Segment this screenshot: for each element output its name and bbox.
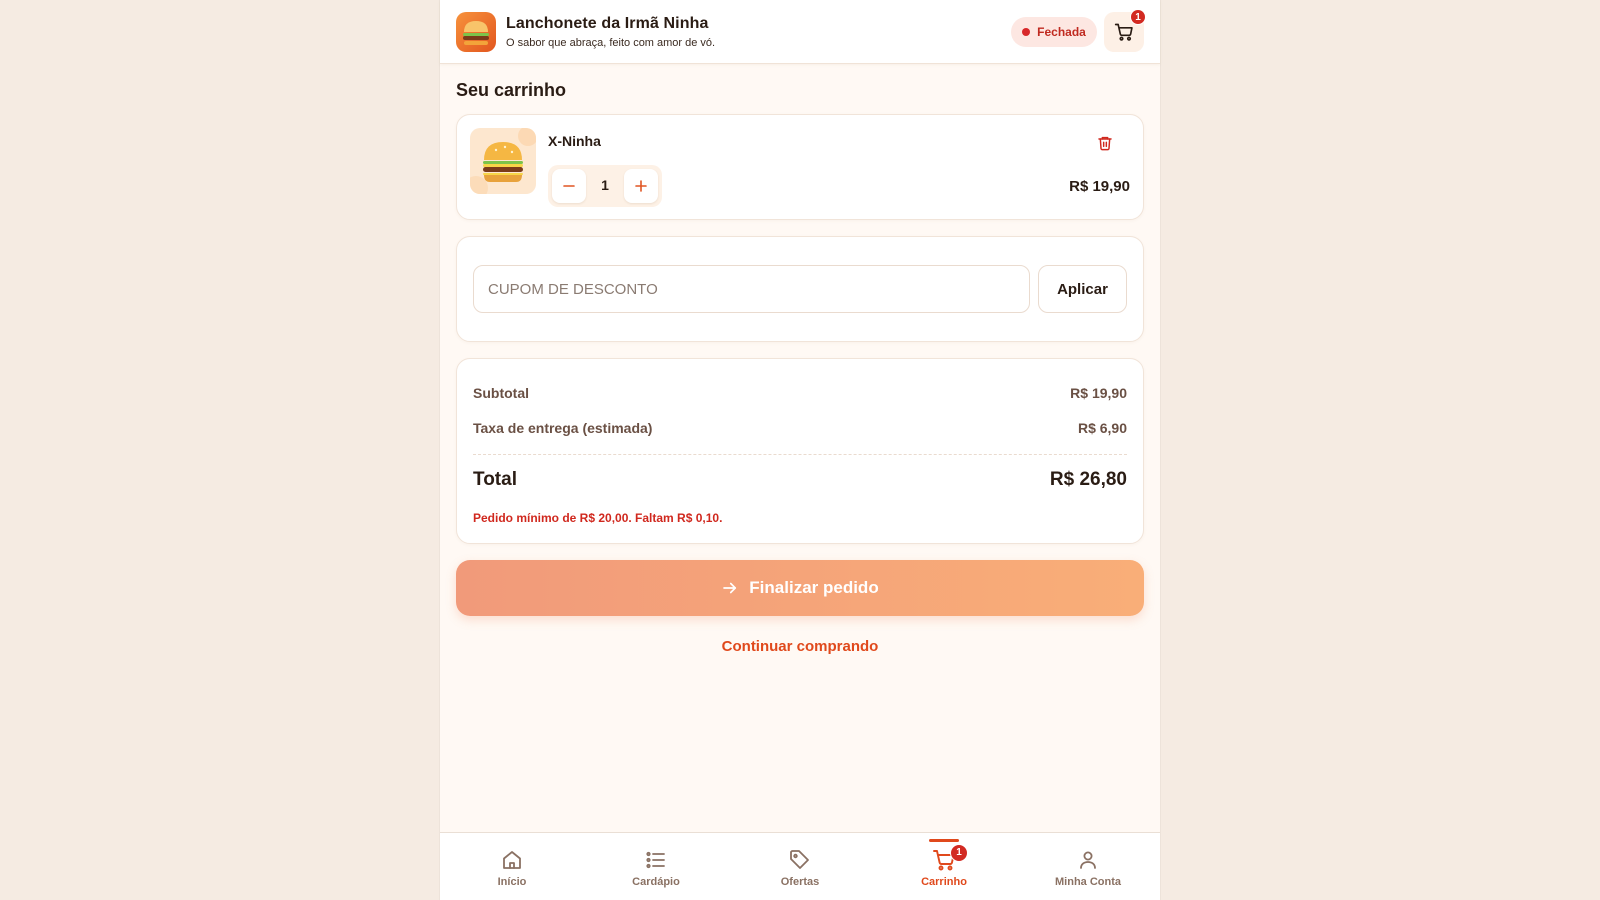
nav-item-offers[interactable]: Ofertas — [728, 833, 872, 900]
subtotal-row: Subtotal R$ 19,90 — [473, 385, 1127, 401]
nav-label-menu: Cardápio — [632, 876, 680, 888]
tag-icon — [790, 850, 809, 869]
nav-item-home[interactable]: Início — [440, 833, 584, 900]
nav-label-home: Início — [497, 876, 527, 888]
total-value: R$ 26,80 — [1049, 469, 1127, 490]
app-header: Lanchonete da Irmã Ninha O sabor que abr… — [440, 0, 1160, 64]
logo[interactable] — [456, 12, 496, 52]
status-dot-icon — [1022, 28, 1031, 36]
app-subtitle: O sabor que abraça, feito com amor de vó… — [506, 37, 716, 49]
page-title: Seu carrinho — [456, 80, 567, 100]
delivery-fee-label: Taxa de entrega (estimada) — [473, 420, 653, 436]
header-cart-badge: 1 — [1130, 9, 1146, 25]
decrease-quantity-button[interactable] — [552, 169, 586, 203]
quantity-stepper: 1 — [548, 165, 662, 207]
bottom-nav: Início Cardápio Ofertas 1 Carrinho Minha… — [440, 832, 1160, 900]
total-label: Total — [473, 469, 517, 490]
app-shell: Lanchonete da Irmã Ninha O sabor que abr… — [440, 0, 1160, 900]
cart-item-card: X-Ninha 1 R$ 19,90 — [456, 114, 1144, 220]
finalize-order-label: Finalizar pedido — [749, 578, 879, 597]
item-thumbnail — [470, 128, 536, 194]
nav-cart-badge: 1 — [950, 844, 968, 862]
nav-label-account: Minha Conta — [1055, 876, 1121, 888]
coupon-input[interactable] — [473, 265, 1030, 313]
subtotal-value: R$ 19,90 — [1070, 385, 1127, 401]
status-badge: Fechada — [1011, 17, 1097, 47]
delivery-fee-row: Taxa de entrega (estimada) R$ 6,90 — [473, 420, 1127, 436]
item-price: R$ 19,90 — [1069, 178, 1130, 195]
trash-icon — [1098, 136, 1112, 151]
burger-logo-icon — [463, 21, 489, 45]
active-tab-indicator — [929, 839, 959, 842]
cart-icon — [1114, 23, 1133, 41]
order-summary-card: Subtotal R$ 19,90 Taxa de entrega (estim… — [456, 358, 1144, 544]
app-title: Lanchonete da Irmã Ninha — [506, 15, 709, 32]
arrow-right-icon — [723, 582, 737, 594]
minimum-order-notice: Pedido mínimo de R$ 20,00. Faltam R$ 0,1… — [473, 511, 723, 525]
apply-coupon-button[interactable]: Aplicar — [1038, 265, 1127, 313]
continue-shopping-link[interactable]: Continuar comprando — [440, 638, 1160, 655]
home-icon — [503, 851, 521, 869]
user-icon — [1080, 851, 1096, 869]
minus-icon — [563, 185, 575, 187]
nav-label-cart: Carrinho — [921, 876, 967, 888]
quantity-value: 1 — [601, 177, 609, 193]
burger-icon — [470, 128, 536, 194]
subtotal-label: Subtotal — [473, 385, 529, 401]
total-row: Total R$ 26,80 — [473, 469, 1127, 491]
coupon-card: Aplicar — [456, 236, 1144, 342]
nav-label-offers: Ofertas — [780, 876, 820, 888]
finalize-order-button[interactable]: Finalizar pedido — [456, 560, 1144, 616]
nav-item-menu[interactable]: Cardápio — [584, 833, 728, 900]
nav-item-cart[interactable]: 1 Carrinho — [872, 833, 1016, 900]
item-name: X-Ninha — [548, 133, 601, 149]
list-icon — [646, 851, 665, 869]
remove-item-button[interactable] — [1093, 131, 1117, 155]
plus-icon — [635, 180, 647, 192]
nav-item-account[interactable]: Minha Conta — [1016, 833, 1160, 900]
status-label: Fechada — [1037, 25, 1086, 39]
delivery-fee-value: R$ 6,90 — [1077, 420, 1127, 436]
summary-divider — [473, 454, 1127, 455]
increase-quantity-button[interactable] — [624, 169, 658, 203]
